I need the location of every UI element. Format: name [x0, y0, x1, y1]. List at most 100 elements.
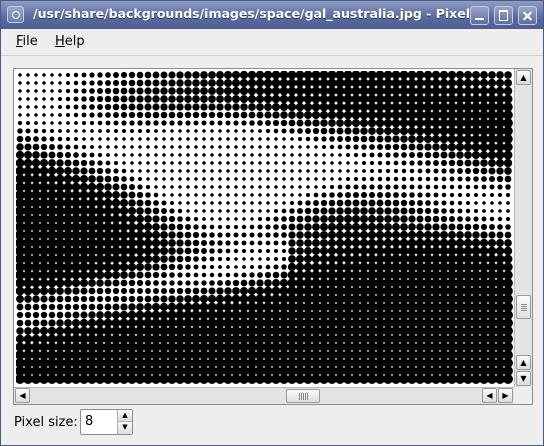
halftone-dot	[154, 185, 158, 189]
halftone-dot	[194, 177, 198, 181]
halftone-dot	[242, 217, 246, 221]
halftone-dot	[154, 161, 158, 165]
halftone-dot	[160, 295, 168, 303]
spin-up-button[interactable]: ▲	[117, 410, 132, 422]
halftone-dot	[423, 230, 433, 240]
halftone-dot	[242, 169, 246, 173]
halftone-dot	[184, 103, 192, 111]
halftone-dot	[210, 161, 214, 165]
halftone-dot	[24, 143, 32, 151]
halftone-dot	[233, 224, 239, 230]
title-bar[interactable]: /usr/share/backgrounds/images/space/gal_…	[1, 1, 543, 29]
halftone-dot	[391, 102, 401, 112]
halftone-dot	[425, 176, 431, 182]
menu-help[interactable]: Help	[55, 34, 85, 49]
halftone-dot	[409, 184, 415, 190]
halftone-dot	[74, 129, 78, 133]
halftone-dot	[178, 193, 182, 197]
halftone-dot	[258, 129, 262, 133]
halftone-dot	[135, 246, 145, 256]
pixelated-image	[16, 71, 513, 384]
window-menu-icon[interactable]	[7, 6, 24, 23]
halftone-dot	[393, 176, 399, 182]
scroll-left-button[interactable]: ◀	[15, 388, 30, 403]
halftone-dot	[242, 265, 246, 269]
halftone-dot	[466, 201, 470, 205]
halftone-dot	[489, 216, 495, 222]
halftone-dot	[240, 111, 248, 119]
scroll-down-button[interactable]: ▼	[516, 371, 531, 386]
halftone-dot	[34, 81, 38, 85]
halftone-dot	[202, 161, 206, 165]
vertical-scroll-thumb[interactable]	[516, 295, 531, 319]
pixel-size-spinner[interactable]: 8 ▲ ▼	[80, 409, 133, 435]
horizontal-scroll-thumb[interactable]	[286, 389, 320, 403]
halftone-dot	[79, 326, 89, 336]
scroll-up-top-button[interactable]: ▲	[516, 70, 531, 85]
halftone-dot	[55, 270, 65, 280]
halftone-dot	[257, 264, 263, 270]
halftone-dot	[186, 161, 190, 165]
halftone-dot	[288, 119, 296, 127]
spin-down-button[interactable]: ▼	[117, 422, 132, 434]
halftone-dot	[152, 87, 160, 95]
minimize-button[interactable]	[470, 6, 489, 25]
halftone-dot	[160, 255, 168, 263]
halftone-dot	[57, 136, 63, 142]
close-button[interactable]	[518, 6, 537, 25]
halftone-dot	[64, 151, 72, 159]
halftone-dot	[72, 311, 80, 319]
halftone-dot	[296, 239, 304, 247]
scroll-up-button[interactable]: ▲	[516, 355, 531, 370]
halftone-dot	[431, 71, 441, 80]
halftone-dot	[120, 87, 128, 95]
halftone-dot	[298, 169, 302, 173]
halftone-dot	[263, 78, 273, 88]
halftone-dot	[287, 94, 297, 104]
halftone-dot	[457, 184, 463, 190]
maximize-button[interactable]	[494, 6, 513, 25]
halftone-dot	[96, 103, 104, 111]
halftone-dot	[298, 161, 302, 165]
halftone-dot	[319, 71, 329, 80]
halftone-dot	[431, 134, 441, 144]
scroll-left-button-end[interactable]: ◀	[482, 388, 497, 403]
halftone-dot	[233, 272, 239, 278]
halftone-dot	[335, 238, 345, 248]
halftone-dot	[471, 134, 481, 144]
vertical-scrollbar[interactable]: ▲ ▲ ▼	[514, 69, 532, 387]
halftone-dot	[265, 216, 271, 222]
halftone-dot	[399, 238, 409, 248]
image-viewport[interactable]: ▲ ▲ ▼ ◀ ◀ ▶	[13, 68, 533, 405]
halftone-dot	[39, 334, 49, 344]
halftone-dot	[32, 319, 40, 327]
halftone-dot	[281, 240, 287, 246]
menu-file[interactable]: File	[16, 34, 38, 49]
halftone-dot	[417, 192, 423, 198]
halftone-dot	[31, 334, 41, 344]
halftone-dot	[176, 255, 184, 263]
halftone-dot	[311, 262, 321, 272]
halftone-dot	[128, 287, 136, 295]
halftone-dot	[127, 310, 137, 320]
halftone-dot	[154, 153, 158, 157]
halftone-dot	[184, 239, 192, 247]
halftone-dot	[257, 240, 263, 246]
pixel-size-value[interactable]: 8	[85, 414, 93, 429]
halftone-dot	[202, 145, 206, 149]
halftone-dot	[145, 184, 151, 190]
halftone-dot	[250, 161, 254, 165]
halftone-dot	[282, 169, 286, 173]
halftone-dot	[384, 135, 392, 143]
halftone-dot	[288, 231, 296, 239]
halftone-dot	[90, 129, 94, 133]
halftone-dot	[384, 215, 392, 223]
halftone-dot	[23, 158, 33, 168]
scroll-right-button[interactable]: ▶	[498, 388, 513, 403]
halftone-dot	[120, 287, 128, 295]
halftone-dot	[40, 143, 48, 151]
halftone-dot	[250, 257, 254, 261]
halftone-dot	[335, 94, 345, 104]
horizontal-scrollbar[interactable]: ◀ ◀ ▶	[14, 387, 514, 404]
halftone-dot	[327, 78, 337, 88]
